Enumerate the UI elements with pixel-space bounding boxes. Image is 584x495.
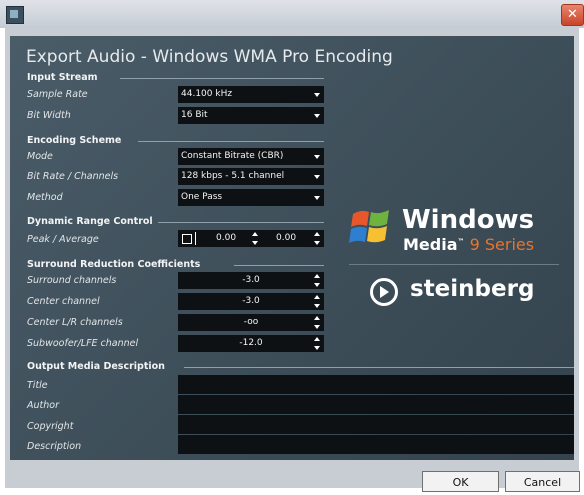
subwoofer-lfe-spinner[interactable]: -12.0 <box>178 335 324 352</box>
method-dropdown[interactable]: One Pass <box>178 189 324 206</box>
dialog-title: Export Audio - Windows WMA Pro Encoding <box>26 47 393 67</box>
close-button[interactable]: ✕ <box>561 4 584 26</box>
author-label: Author <box>27 400 59 411</box>
peak-average-label: Peak / Average <box>27 234 99 245</box>
center-lr-channels-label: Center L/R channels <box>27 317 123 328</box>
section-divider <box>120 78 324 79</box>
bit-width-dropdown[interactable]: 16 Bit <box>178 107 324 124</box>
copyright-label: Copyright <box>27 421 74 432</box>
section-divider <box>234 265 324 266</box>
average-spinner-icon[interactable] <box>314 232 320 245</box>
ok-button[interactable]: OK <box>422 471 499 492</box>
chevron-down-icon <box>314 93 320 97</box>
play-icon <box>380 286 389 298</box>
method-value: One Pass <box>181 192 223 202</box>
subwoofer-lfe-label: Subwoofer/LFE channel <box>27 338 139 349</box>
author-field[interactable] <box>178 395 574 414</box>
series-logo-text: 9 Series <box>464 235 535 254</box>
mode-label: Mode <box>27 151 53 162</box>
windows-logo-text: Windows <box>402 205 535 235</box>
surround-channels-spinner[interactable]: -3.0 <box>178 272 324 289</box>
peak-spinner-icon[interactable] <box>252 232 258 245</box>
logo-divider <box>349 264 559 265</box>
mode-dropdown[interactable]: Constant Bitrate (CBR) <box>178 148 324 165</box>
bit-width-label: Bit Width <box>27 110 71 121</box>
spinner-arrows-icon[interactable] <box>314 274 320 287</box>
separator <box>195 232 196 245</box>
cancel-button[interactable]: Cancel <box>505 471 580 492</box>
center-channel-value: -3.0 <box>242 296 260 306</box>
bitrate-label: Bit Rate / Channels <box>27 171 119 182</box>
spinner-arrows-icon[interactable] <box>314 295 320 308</box>
chevron-down-icon <box>314 114 320 118</box>
chevron-down-icon <box>314 175 320 179</box>
average-value[interactable]: 0.00 <box>276 230 296 247</box>
windows-flag-icon <box>349 210 389 243</box>
bitrate-value: 128 kbps - 5.1 channel <box>181 171 285 181</box>
section-dynamic-range: Dynamic Range Control <box>27 216 153 227</box>
sample-rate-value: 44.100 kHz <box>181 89 233 99</box>
spinner-arrows-icon[interactable] <box>314 316 320 329</box>
center-channel-spinner[interactable]: -3.0 <box>178 293 324 310</box>
center-lr-channels-value: -oo <box>243 317 259 327</box>
chevron-down-icon <box>314 196 320 200</box>
mode-value: Constant Bitrate (CBR) <box>181 151 284 161</box>
surround-channels-label: Surround channels <box>27 275 117 286</box>
section-divider <box>184 367 574 368</box>
section-output-media: Output Media Description <box>27 361 165 372</box>
windows-media-logo-text: Media™ 9 Series <box>403 235 535 254</box>
sample-rate-label: Sample Rate <box>27 89 88 100</box>
title-bar[interactable]: ✕ <box>0 0 584 28</box>
section-input-stream: Input Stream <box>27 72 98 83</box>
dynamic-range-control: 0.00 0.00 <box>178 230 324 247</box>
section-surround-reduction: Surround Reduction Coefficients <box>27 259 201 270</box>
description-label: Description <box>27 441 82 452</box>
center-lr-channels-spinner[interactable]: -oo <box>178 314 324 331</box>
steinberg-logo-text: steinberg <box>410 276 535 302</box>
subwoofer-lfe-value: -12.0 <box>239 338 263 348</box>
center-channel-label: Center channel <box>27 296 100 307</box>
peak-value[interactable]: 0.00 <box>216 230 236 247</box>
method-label: Method <box>27 192 63 203</box>
copyright-field[interactable] <box>178 415 574 434</box>
description-field[interactable] <box>178 435 574 454</box>
section-encoding-scheme: Encoding Scheme <box>27 135 122 146</box>
sample-rate-dropdown[interactable]: 44.100 kHz <box>178 86 324 103</box>
section-divider <box>138 141 324 142</box>
surround-channels-value: -3.0 <box>242 275 260 285</box>
dynamic-range-checkbox[interactable] <box>182 234 192 244</box>
bit-width-value: 16 Bit <box>181 110 208 120</box>
bitrate-dropdown[interactable]: 128 kbps - 5.1 channel <box>178 168 324 185</box>
title-field[interactable] <box>178 375 574 394</box>
section-divider <box>158 222 324 223</box>
app-icon <box>6 6 24 24</box>
spinner-arrows-icon[interactable] <box>314 337 320 350</box>
chevron-down-icon <box>314 155 320 159</box>
title-label: Title <box>27 380 48 391</box>
